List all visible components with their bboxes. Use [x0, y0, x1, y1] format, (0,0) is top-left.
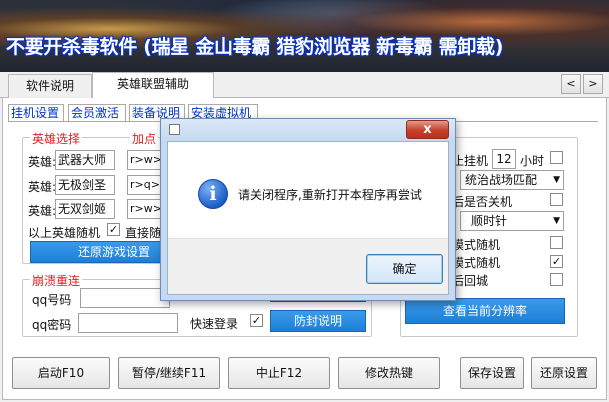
qq-password-label: qq密码 — [32, 318, 72, 332]
stop-hang-checkbox[interactable] — [550, 151, 563, 164]
hero-select-legend: 英雄选择 — [30, 130, 83, 147]
stop-hang-label: 止挂机 — [452, 154, 489, 168]
tab-software-info[interactable]: 软件说明 — [8, 74, 92, 98]
shutdown-after-label: 后是否关机 — [452, 195, 513, 209]
random-hero-label: 以上英雄随机 — [28, 226, 101, 240]
hang-hours-input[interactable]: 12 — [492, 149, 516, 169]
subtab-member-activate[interactable]: 会员激活 — [68, 104, 126, 122]
match-mode-value: 统治战场匹配 — [465, 173, 538, 187]
mode-random-checkbox-1[interactable] — [550, 236, 563, 249]
app-icon — [169, 124, 180, 135]
direction-select[interactable]: 顺时针 ▼ — [460, 211, 564, 231]
antiban-info-button[interactable]: 防封说明 — [270, 310, 366, 332]
return-city-checkbox[interactable] — [550, 273, 563, 286]
quick-login-checkbox[interactable]: ✓ — [250, 314, 263, 327]
banner: 不要开杀毒软件 (瑞星 金山毒霸 猎豹浏览器 新毒霸 需卸载) — [0, 0, 609, 72]
tab-scroll-right-button[interactable]: > — [583, 74, 603, 94]
banner-title: 不要开杀毒软件 (瑞星 金山毒霸 猎豹浏览器 新毒霸 需卸载) — [6, 36, 504, 58]
save-settings-button[interactable]: 保存设置 — [460, 357, 524, 389]
crash-reconnect-legend: 崩溃重连 — [30, 272, 83, 289]
hero-input-1[interactable]: 武器大师 — [55, 150, 115, 170]
mode-random-label-2: 模式随机 — [452, 256, 501, 270]
hero-input-3[interactable]: 无双剑姬 — [55, 199, 115, 219]
direction-value: 顺时针 — [471, 214, 508, 228]
chevron-down-icon: ▼ — [553, 216, 560, 226]
match-mode-select[interactable]: 统治战场匹配 ▼ — [460, 170, 564, 190]
tab-scroll-left-button[interactable]: < — [561, 74, 581, 94]
direct-random-label: 直接随 — [125, 226, 162, 240]
main-tab-bar: 软件说明 英雄联盟辅助 — [0, 72, 609, 99]
hours-unit-label: 小时 — [520, 154, 545, 168]
hero-label-2: 英雄: — [28, 180, 57, 194]
pause-resume-button[interactable]: 暂停/继续F11 — [118, 357, 220, 389]
dialog-message: 请关闭程序,重新打开本程序再尝试 — [238, 188, 422, 202]
chevron-down-icon: ▼ — [553, 175, 560, 185]
restore-settings-button[interactable]: 还原设置 — [531, 357, 597, 389]
return-city-label: 后回城 — [452, 274, 489, 288]
hero-input-2[interactable]: 无极剑圣 — [55, 175, 115, 195]
edit-hotkeys-button[interactable]: 修改热键 — [338, 357, 440, 389]
info-icon: i — [198, 179, 228, 209]
mode-random-checkbox-2[interactable]: ✓ — [550, 255, 563, 268]
dialog-body: i 请关闭程序,重新打开本程序再尝试 确定 — [167, 141, 449, 295]
qq-password-input[interactable] — [78, 313, 178, 333]
subtab-hang-settings[interactable]: 挂机设置 — [8, 104, 64, 122]
view-resolution-button[interactable]: 查看当前分辨率 — [405, 298, 565, 324]
ok-button[interactable]: 确定 — [366, 254, 443, 284]
message-dialog: x i 请关闭程序,重新打开本程序再尝试 确定 — [160, 118, 456, 301]
hero-label-1: 英雄: — [28, 155, 57, 169]
tab-lol-assist[interactable]: 英雄联盟辅助 — [92, 72, 214, 99]
qq-number-input[interactable] — [80, 288, 170, 308]
close-icon[interactable]: x — [406, 120, 449, 139]
quick-login-label: 快速登录 — [190, 317, 239, 331]
hero-label-3: 英雄: — [28, 204, 57, 218]
mode-random-label-1: 模式随机 — [452, 238, 501, 252]
skill-order-legend: 加点 — [130, 130, 159, 147]
qq-number-label: qq号码 — [32, 293, 72, 307]
random-hero-checkbox[interactable]: ✓ — [107, 223, 120, 236]
start-button[interactable]: 启动F10 — [12, 357, 110, 389]
dialog-titlebar[interactable]: x — [161, 119, 455, 141]
shutdown-checkbox[interactable] — [550, 193, 563, 206]
stop-button[interactable]: 中止F12 — [228, 357, 330, 389]
